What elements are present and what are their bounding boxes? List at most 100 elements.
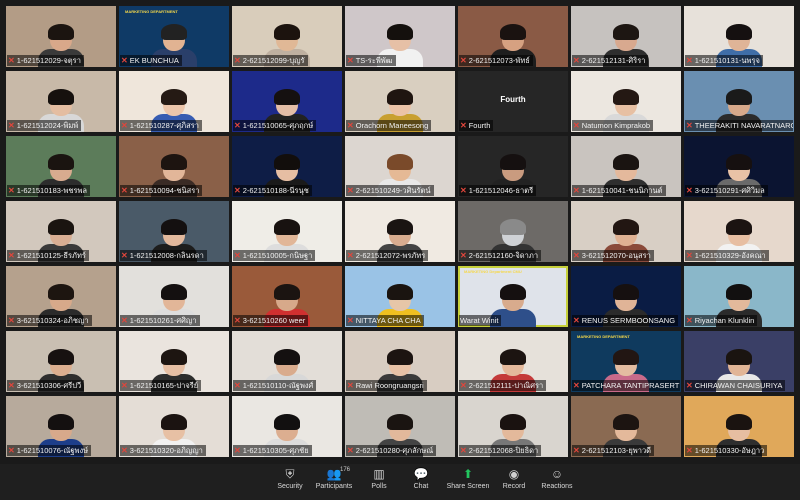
- participant-name-label: ✕PATCHARA TANTIPRASERTKUL: [572, 380, 680, 391]
- participant-tile[interactable]: ✕ 2-621510188-นีรนุช: [232, 136, 342, 197]
- mic-muted-icon: ✕: [121, 251, 128, 260]
- participant-tile[interactable]: ✕ 1-621510005-กนิษฐา: [232, 201, 342, 262]
- mic-muted-icon: ✕: [234, 121, 241, 130]
- participant-name-label: ✕ 1-621512024-พิมพ์: [7, 120, 82, 131]
- participant-tile[interactable]: ✕ 3-621510320-อภิญญา: [119, 396, 229, 457]
- participant-name-label: ✕ 1-621510329-อังคณา: [685, 250, 769, 261]
- participant-tile[interactable]: ✕ 2-621512103-ยุพาวดี: [571, 396, 681, 457]
- participant-tile[interactable]: ✕ 1-621510065-ศุภฤกษ์: [232, 71, 342, 132]
- participant-name-label: ✕ 1-621510131-นพรุจ: [685, 55, 763, 66]
- reactions-label: Reactions: [541, 483, 573, 490]
- participant-tile[interactable]: ✕ 1-621512046-ธาตรี: [458, 136, 568, 197]
- participant-tile[interactable]: ✕ 3-621510291-ศศิวิมล: [684, 136, 794, 197]
- participant-name-label: ✕ 1-621512046-ธาตรี: [459, 185, 537, 196]
- participant-tile[interactable]: ✕ 2-621512068-ปิยธิดา: [458, 396, 568, 457]
- participant-tile[interactable]: ✕ 2-621512072-พรภัทร: [345, 201, 455, 262]
- participant-name: 1-621510305-ศุภชัย: [242, 446, 309, 455]
- mic-muted-icon: ✕: [347, 56, 354, 65]
- participant-name-label: ✕ 1-621510165-ปาจรีย์: [120, 380, 202, 391]
- participant-tile[interactable]: ✕ TS-ระพีพัฒ: [345, 6, 455, 67]
- participant-name-label: ✕ TS-ระพีพัฒ: [346, 55, 396, 66]
- mic-muted-icon: ✕: [8, 381, 15, 390]
- participant-name: 1-621512029-จตุรา: [16, 56, 81, 65]
- participant-name: 2-621512131-ศิริรา: [581, 56, 646, 65]
- reactions-button[interactable]: ☺ Reactions: [527, 467, 587, 492]
- participant-tile[interactable]: ✕ RENUS SERMBOONSANG: [571, 266, 681, 327]
- participant-name-label: ✕ 2-621510280-ศุภลักษณ์: [346, 445, 437, 456]
- participant-name-label: ✕ 1-621512029-จตุรา: [7, 55, 84, 66]
- participant-tile[interactable]: ✕ 2-621512131-ศิริรา: [571, 6, 681, 67]
- participant-tile[interactable]: ✕ 2-621510280-ศุภลักษณ์: [345, 396, 455, 457]
- participant-tile[interactable]: ✕ 1-621510131-นพรุจ: [684, 6, 794, 67]
- participant-tile[interactable]: MARKETING DEPARTMENT ✕ EK BUNCHUA: [119, 6, 229, 67]
- participant-tile[interactable]: ✕ 3-621512070-อนุสรา: [571, 201, 681, 262]
- participant-name: Natumon Kimprakob: [581, 121, 651, 130]
- participant-name-label: ✕ 1-621510287-ศุภิสรา: [120, 120, 202, 131]
- participant-name-label: ✕ Orachorn Maneesong: [346, 120, 432, 131]
- participant-tile[interactable]: ✕ 1-621510076-ณัฐพงษ์: [6, 396, 116, 457]
- participant-name-label: ✕ 2-621510188-นีรนุช: [233, 185, 312, 196]
- participant-name: 1-621510287-ศุภิสรา: [129, 121, 199, 130]
- participant-tile[interactable]: ✕ 2-621512111-ปาณิศรา: [458, 331, 568, 392]
- participant-tile[interactable]: ✕ Orachorn Maneesong: [345, 71, 455, 132]
- mic-muted-icon: ✕: [121, 446, 128, 455]
- mic-muted-icon: ✕: [573, 381, 580, 390]
- participant-tile[interactable]: ✕ 1-621510329-อังคณา: [684, 201, 794, 262]
- participant-tile[interactable]: ✕ 1-621510330-อัษฎาว: [684, 396, 794, 457]
- participant-tile[interactable]: ✕ 1-621510287-ศุภิสรา: [119, 71, 229, 132]
- participant-name-label: ✕ 1-621510125-ธีรภัทร์: [7, 250, 89, 261]
- participant-tile[interactable]: ✕ 1-621510125-ธีรภัทร์: [6, 201, 116, 262]
- participant-name-label: ✕ 1-621510330-อัษฎาว: [685, 445, 768, 456]
- participant-name: CHIRAWAN CHAISURIYA: [694, 381, 783, 390]
- participant-name-label: ✕ RENUS SERMBOONSANG: [572, 315, 679, 326]
- mic-muted-icon: ✕: [686, 446, 693, 455]
- participant-tile[interactable]: ✕ 1-621510094-ชนิสรา: [119, 136, 229, 197]
- mic-muted-icon: ✕: [686, 316, 693, 325]
- mic-muted-icon: ✕: [686, 56, 693, 65]
- participant-tile[interactable]: ✕ 3-621510324-อภิชญา: [6, 266, 116, 327]
- mic-muted-icon: ✕: [121, 121, 128, 130]
- participant-tile[interactable]: ✕ 2-621512073-พัทธ์: [458, 6, 568, 67]
- participant-tile[interactable]: ✕ 1-621510261-ศศิญา: [119, 266, 229, 327]
- participant-tile[interactable]: ✕ 2-621512099-บุญรั: [232, 6, 342, 67]
- mic-muted-icon: ✕: [347, 186, 354, 195]
- mic-muted-icon: ✕: [460, 381, 467, 390]
- participant-tile[interactable]: MARKETING Department CMU Warat Winit: [458, 266, 568, 327]
- participant-tile[interactable]: ✕ 3-621510306-ศรีปวี: [6, 331, 116, 392]
- reactions-icon: ☺: [550, 467, 564, 481]
- participant-tile[interactable]: ✕ 1-621512008-กลินรดา: [119, 201, 229, 262]
- participant-tile[interactable]: ✕ 1-621510041-ชนนิกานต์: [571, 136, 681, 197]
- participant-tile[interactable]: ✕ 2-621512160-จิดาภา: [458, 201, 568, 262]
- participant-name-label: ✕ 2-621512111-ปาณิศรา: [459, 380, 547, 391]
- participant-name-label: ✕ 1-621510076-ณัฐพงษ์: [7, 445, 92, 456]
- participant-name: EK BUNCHUA: [129, 56, 179, 65]
- participant-name: 2-621510188-นีรนุช: [242, 186, 309, 195]
- participant-tile[interactable]: ✕ Natumon Kimprakob: [571, 71, 681, 132]
- participant-name: 1-621510110-ณัฐพงศ์: [242, 381, 314, 390]
- participant-tile[interactable]: ✕ 2-621510249-วศินรัตน์: [345, 136, 455, 197]
- participant-tile[interactable]: ✕ 1-621510305-ศุภชัย: [232, 396, 342, 457]
- participant-tile[interactable]: ✕ NITTAYA CHA CHA: [345, 266, 455, 327]
- participant-tile[interactable]: ✕ 1-621510110-ณัฐพงศ์: [232, 331, 342, 392]
- participant-name-label: ✕ 1-621510065-ศุภฤกษ์: [233, 120, 317, 131]
- participant-tile[interactable]: ✕ 3-621510260 weer: [232, 266, 342, 327]
- participant-tile[interactable]: ✕ Riyachan Klunklin: [684, 266, 794, 327]
- mic-muted-icon: ✕: [121, 186, 128, 195]
- participant-name: 2-621512068-ปิยธิดา: [468, 446, 539, 455]
- participant-name-label: ✕ 3-621510324-อภิชญา: [7, 315, 92, 326]
- mic-muted-icon: ✕: [573, 446, 580, 455]
- participant-tile[interactable]: ✕ 1-621512029-จตุรา: [6, 6, 116, 67]
- participant-tile[interactable]: Fourth ✕ Fourth: [458, 71, 568, 132]
- participant-name-label: ✕ 3-621510320-อภิญญา: [120, 445, 206, 456]
- participant-name-label: ✕ 3-621512070-อนุสรา: [572, 250, 654, 261]
- participant-tile[interactable]: ✕ 1-621512024-พิมพ์: [6, 71, 116, 132]
- participant-tile[interactable]: ✕ CHIRAWAN CHAISURIYA: [684, 331, 794, 392]
- participant-name-label: ✕ 1-621512008-กลินรดา: [120, 250, 207, 261]
- participant-tile[interactable]: ✕ Rawi Roongruangsri: [345, 331, 455, 392]
- participant-tile[interactable]: ✕ 1-621510183-พชรพล: [6, 136, 116, 197]
- participant-tile[interactable]: MARKETING DEPARTMENT ✕ PATCHARA TANTIPRASE…: [571, 331, 681, 392]
- participant-name: 1-621510183-พชรพล: [16, 186, 88, 195]
- participant-name: 3-621512070-อนุสรา: [581, 251, 651, 260]
- participant-tile[interactable]: ✕ 1-621510165-ปาจรีย์: [119, 331, 229, 392]
- participant-tile[interactable]: ✕ THEERAKITI NAVARATNAROJ: [684, 71, 794, 132]
